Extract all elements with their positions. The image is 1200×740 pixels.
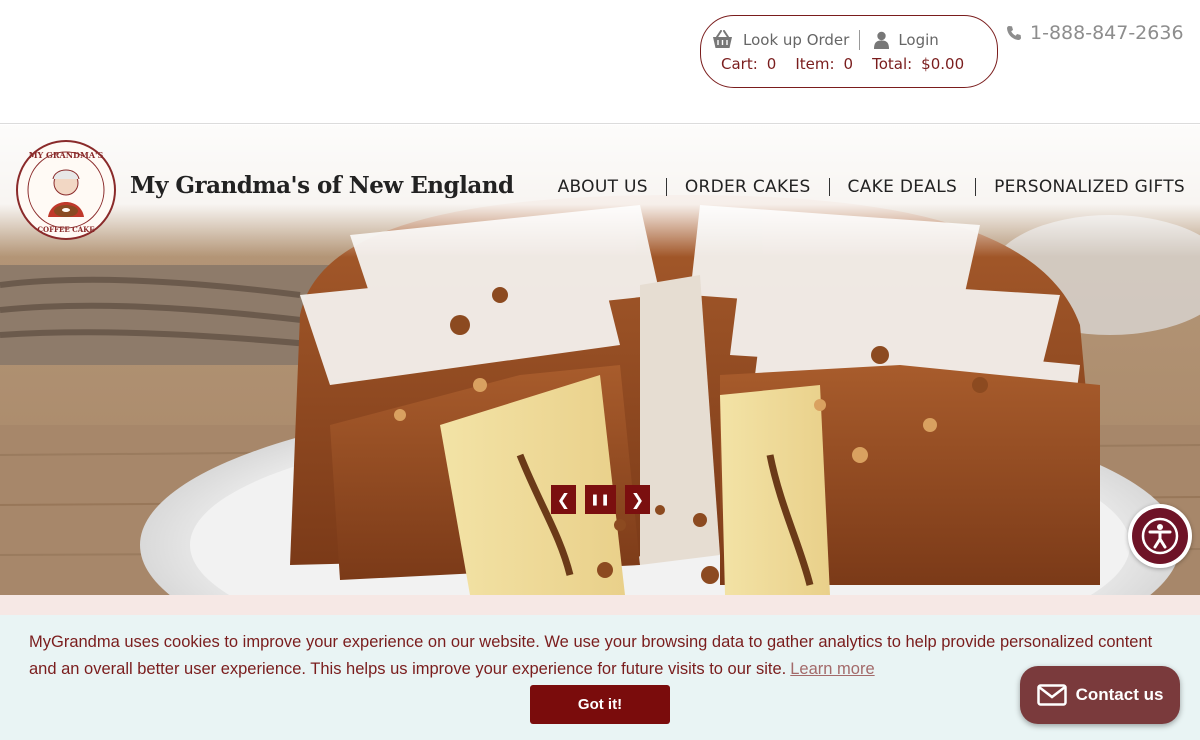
basket-icon xyxy=(713,30,732,48)
login-link[interactable]: Login xyxy=(874,31,939,49)
phone-icon xyxy=(1007,26,1021,40)
account-divider xyxy=(859,30,861,50)
account-summary: Look up Order Login Cart: 0 Item: 0 Total:… xyxy=(700,15,998,88)
top-bar: Look up Order Login Cart: 0 Item: 0 Total:… xyxy=(0,0,1200,124)
accessibility-icon xyxy=(1132,508,1188,564)
lookup-order-label: Look up Order xyxy=(743,31,850,49)
contact-us-button[interactable]: Contact us xyxy=(1020,666,1180,724)
item-count: Item: 0 xyxy=(795,55,853,73)
hero-slider: MY GRANDMA'S COFFEE CAKE My Grandma's of… xyxy=(0,125,1200,595)
lookup-order-link[interactable]: Look up Order xyxy=(711,30,849,50)
cart-label: Cart: xyxy=(721,55,758,73)
nav-order-cakes[interactable]: ORDER CAKES xyxy=(685,177,811,197)
accessibility-button[interactable] xyxy=(1128,504,1192,568)
mail-icon xyxy=(1036,684,1067,706)
phone-number: 1-888-847-2636 xyxy=(1030,22,1184,44)
nav-divider xyxy=(975,178,977,196)
contact-us-label: Contact us xyxy=(1075,685,1164,704)
slider-next-button[interactable]: ❯ xyxy=(625,485,650,514)
user-icon xyxy=(874,31,890,49)
cart-value: 0 xyxy=(766,55,777,73)
main-navigation: ABOUT US ORDER CAKES CAKE DEALS PERSONAL… xyxy=(558,177,1185,197)
item-value: 0 xyxy=(843,55,854,73)
slider-controls: ❮ ❚❚ ❯ xyxy=(551,485,650,514)
slider-pause-button[interactable]: ❚❚ xyxy=(585,485,616,514)
nav-about-us[interactable]: ABOUT US xyxy=(558,177,648,197)
cookie-accept-button[interactable]: Got it! xyxy=(530,685,670,724)
cookie-message: MyGrandma uses cookies to improve your e… xyxy=(29,629,1179,683)
learn-more-link[interactable]: Learn more xyxy=(790,660,874,678)
brand-name[interactable]: My Grandma's of New England xyxy=(130,172,514,199)
item-label: Item: xyxy=(795,55,835,73)
svg-text:COFFEE CAKE: COFFEE CAKE xyxy=(37,225,94,234)
nav-personalized-gifts[interactable]: PERSONALIZED GIFTS xyxy=(994,177,1185,197)
login-label: Login xyxy=(898,31,939,49)
section-divider-strip xyxy=(0,595,1200,615)
cart-summary[interactable]: Cart: 0 Item: 0 Total: $0.00 xyxy=(721,55,983,73)
brand-logo[interactable]: MY GRANDMA'S COFFEE CAKE xyxy=(15,139,117,241)
svg-text:MY GRANDMA'S: MY GRANDMA'S xyxy=(29,150,104,160)
total-label: Total: xyxy=(872,55,913,73)
slider-prev-button[interactable]: ❮ xyxy=(551,485,576,514)
cart-count: Cart: 0 xyxy=(721,55,776,73)
nav-divider xyxy=(665,178,667,196)
nav-cake-deals[interactable]: CAKE DEALS xyxy=(848,177,958,197)
nav-divider xyxy=(828,178,830,196)
account-links: Look up Order Login xyxy=(711,28,939,52)
cart-total: Total: $0.00 xyxy=(872,55,964,73)
total-value: $0.00 xyxy=(921,55,965,73)
phone-link[interactable]: 1-888-847-2636 xyxy=(1006,22,1184,44)
cookie-text: MyGrandma uses cookies to improve your e… xyxy=(29,633,1153,678)
